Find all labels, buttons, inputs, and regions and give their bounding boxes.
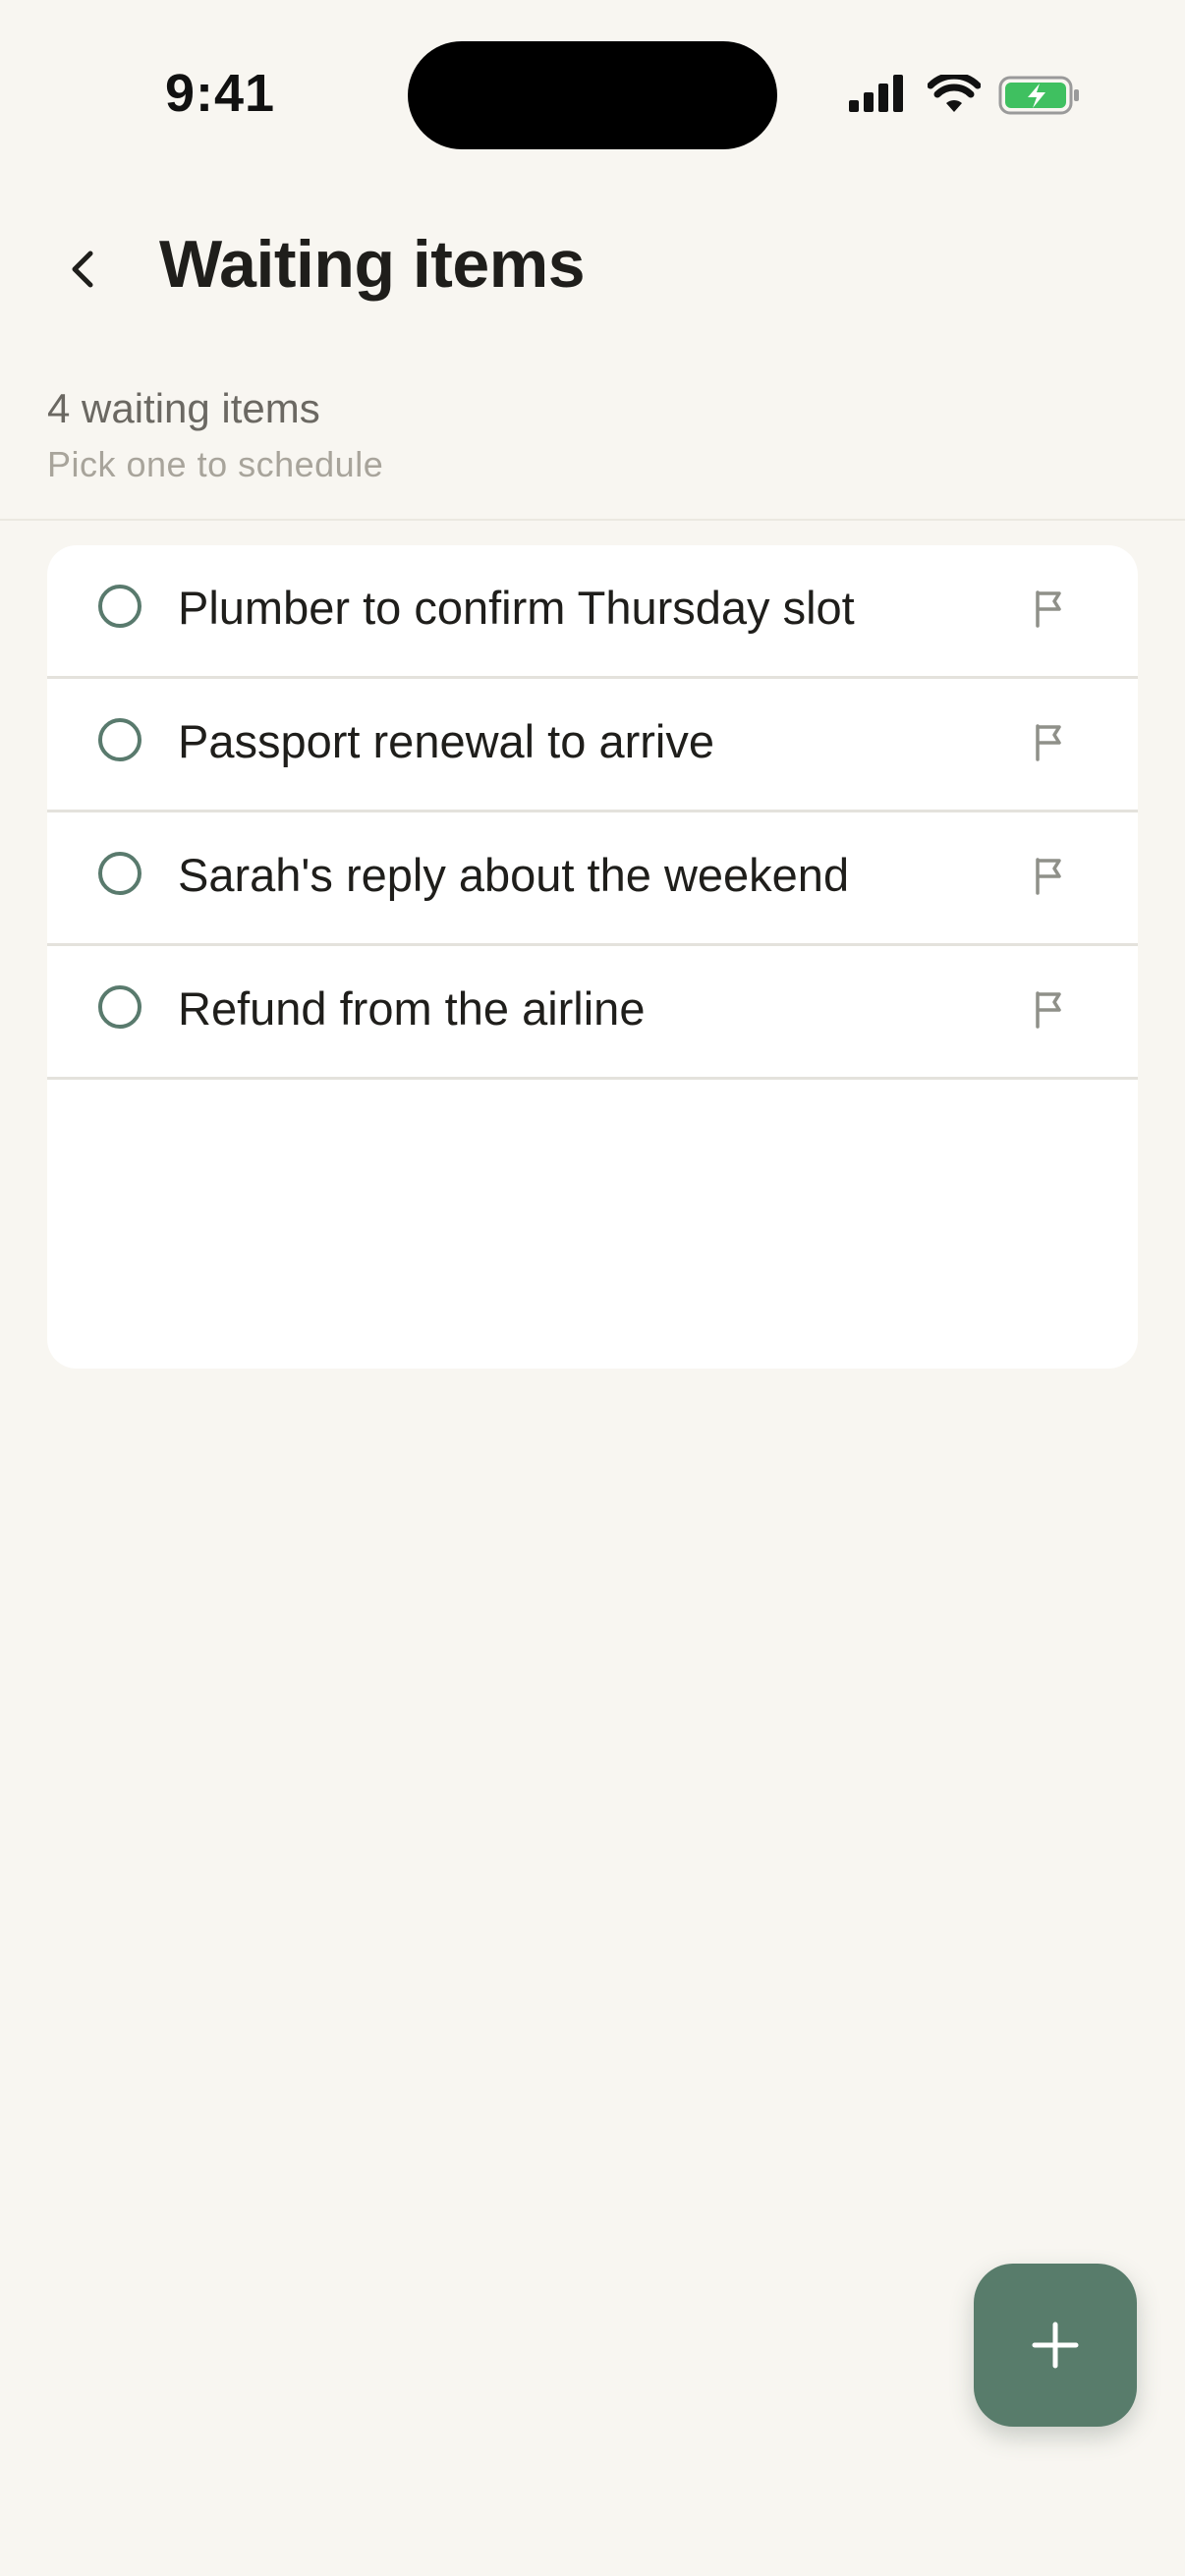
signal-icon <box>849 75 903 112</box>
flag-icon[interactable] <box>1026 585 1073 632</box>
complete-checkbox[interactable] <box>98 985 141 1029</box>
plus-icon <box>1032 2322 1079 2369</box>
list-item-label: Plumber to confirm Thursday slot <box>178 582 855 634</box>
list-item-label: Passport renewal to arrive <box>178 715 714 767</box>
flag-icon[interactable] <box>1026 985 1073 1033</box>
waiting-list: Plumber to confirm Thursday slot Passpor… <box>47 545 1138 1369</box>
status-time: 9:41 <box>165 64 276 123</box>
list-item-label: Refund from the airline <box>178 982 646 1035</box>
dynamic-island <box>408 41 777 149</box>
divider <box>0 519 1185 521</box>
complete-checkbox[interactable] <box>98 852 141 895</box>
schedule-hint: Pick one to schedule <box>47 444 384 484</box>
list-item[interactable]: Sarah's reply about the weekend <box>47 812 1138 946</box>
add-button[interactable] <box>974 2264 1137 2427</box>
list-item[interactable]: Refund from the airline <box>47 946 1138 1080</box>
flag-icon[interactable] <box>1026 852 1073 899</box>
list-item[interactable]: Plumber to confirm Thursday slot <box>47 545 1138 679</box>
battery-charging-icon <box>998 76 1079 115</box>
list-item-label: Sarah's reply about the weekend <box>178 849 850 901</box>
flag-icon[interactable] <box>1026 718 1073 765</box>
complete-checkbox[interactable] <box>98 718 141 761</box>
summary: 4 waiting items Pick one to schedule <box>47 385 1128 485</box>
back-button[interactable] <box>47 234 118 305</box>
status-bar: 9:41 <box>0 0 1185 196</box>
chevron-left-icon <box>72 251 93 288</box>
page-title: Waiting items <box>159 227 586 302</box>
waiting-count: 4 waiting items <box>47 385 320 431</box>
list-item[interactable]: Passport renewal to arrive <box>47 679 1138 812</box>
wifi-icon <box>928 75 981 112</box>
complete-checkbox[interactable] <box>98 585 141 628</box>
header: Waiting items <box>0 196 1185 344</box>
